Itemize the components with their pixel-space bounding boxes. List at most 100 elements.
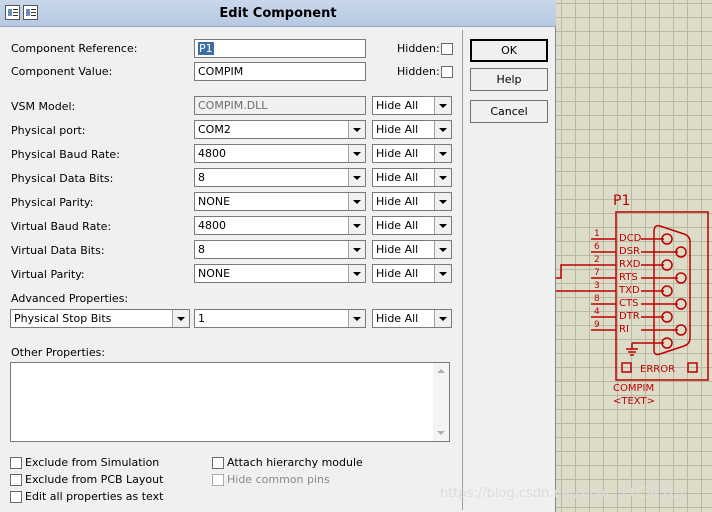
physical-data-bits-label: Physical Data Bits: <box>11 172 114 185</box>
chevron-down-icon[interactable] <box>434 310 451 327</box>
exclude-pcb-label: Exclude from PCB Layout <box>25 473 164 486</box>
physical-parity-value: NONE <box>198 195 231 208</box>
visibility-value: Hide All <box>376 243 419 256</box>
vsm-model-input[interactable]: COMPIM.DLL <box>194 96 366 115</box>
hide-common-pins-label: Hide common pins <box>227 473 330 486</box>
visibility-value: Hide All <box>376 123 419 136</box>
visibility-value: Hide All <box>376 147 419 160</box>
physical-parity-select[interactable]: NONE <box>194 192 366 211</box>
component-reference-label: Component Reference: <box>11 42 138 55</box>
ok-button[interactable]: OK <box>470 39 548 62</box>
exclude-simulation-checkbox[interactable] <box>10 457 22 469</box>
chevron-down-icon[interactable] <box>348 265 365 282</box>
physical-port-select[interactable]: COM2 <box>194 120 366 139</box>
error-label: ERROR <box>640 364 676 375</box>
visibility-value: Hide All <box>376 312 419 325</box>
chevron-down-icon[interactable] <box>348 310 365 327</box>
physical-baud-rate-select[interactable]: 4800 <box>194 144 366 163</box>
edit-all-text-label: Edit all properties as text <box>25 490 164 503</box>
chevron-down-icon[interactable] <box>348 217 365 234</box>
component-reference-input[interactable]: P1 <box>194 39 366 58</box>
component-value-input[interactable]: COMPIM <box>194 62 366 81</box>
visibility-value: Hide All <box>376 171 419 184</box>
pin-num: 9 <box>594 320 600 330</box>
scroll-down-icon[interactable] <box>437 431 445 435</box>
cancel-button[interactable]: Cancel <box>470 100 548 123</box>
advanced-property-value: Physical Stop Bits <box>14 312 112 325</box>
visibility-value: Hide All <box>376 99 419 112</box>
scroll-up-icon[interactable] <box>437 369 445 373</box>
chevron-down-icon[interactable] <box>434 265 451 282</box>
physical-port-label: Physical port: <box>11 124 86 137</box>
chevron-down-icon[interactable] <box>348 193 365 210</box>
chevron-down-icon[interactable] <box>434 145 451 162</box>
advanced-value-select[interactable]: 1 <box>194 309 366 328</box>
pin-name: RI <box>619 324 629 335</box>
physical-baud-rate-label: Physical Baud Rate: <box>11 148 120 161</box>
chevron-down-icon[interactable] <box>434 169 451 186</box>
advanced-visibility-select[interactable]: Hide All <box>372 309 452 328</box>
chevron-down-icon[interactable] <box>348 121 365 138</box>
pin-name: RTS <box>619 272 638 283</box>
chevron-down-icon[interactable] <box>434 97 451 114</box>
help-button[interactable]: Help <box>470 68 548 91</box>
advanced-value: 1 <box>198 312 205 325</box>
pin-num: 7 <box>594 268 600 278</box>
visibility-value: Hide All <box>376 195 419 208</box>
schematic-canvas[interactable]: P1 1 6 2 7 3 8 4 9 DCD DSR RXD RTS TXD C… <box>556 0 712 512</box>
part-name-label: COMPIM <box>613 383 655 394</box>
chevron-down-icon[interactable] <box>348 169 365 186</box>
chevron-down-icon[interactable] <box>348 241 365 258</box>
chevron-down-icon[interactable] <box>172 310 189 327</box>
physical-baud-rate-value: 4800 <box>198 147 226 160</box>
physical-port-visibility-select[interactable]: Hide All <box>372 120 452 139</box>
title-bar[interactable]: Edit Component <box>0 0 556 27</box>
hidden-label-ref: Hidden: <box>397 42 440 55</box>
pin-name: DTR <box>619 311 640 322</box>
pin-name: TXD <box>619 285 640 296</box>
component-ref-label: P1 <box>613 193 631 209</box>
exclude-simulation-label: Exclude from Simulation <box>25 456 160 469</box>
advanced-properties-label: Advanced Properties: <box>11 292 129 305</box>
physical-parity-visibility-select[interactable]: Hide All <box>372 192 452 211</box>
virtual-data-bits-visibility-select[interactable]: Hide All <box>372 240 452 259</box>
physical-data-bits-visibility-select[interactable]: Hide All <box>372 168 452 187</box>
vsm-model-visibility-select[interactable]: Hide All <box>372 96 452 115</box>
advanced-property-select[interactable]: Physical Stop Bits <box>10 309 190 328</box>
hide-common-pins-checkbox[interactable] <box>212 474 224 486</box>
physical-data-bits-select[interactable]: 8 <box>194 168 366 187</box>
chevron-down-icon[interactable] <box>348 145 365 162</box>
virtual-baud-rate-label: Virtual Baud Rate: <box>11 220 112 233</box>
watermark: https://blog.csdn.net/sinat_33734313 <box>440 486 684 501</box>
edit-component-dialog: Edit Component Component Reference: P1 H… <box>0 0 556 512</box>
attach-hierarchy-checkbox[interactable] <box>212 457 224 469</box>
button-panel-divider <box>462 30 463 510</box>
exclude-pcb-checkbox[interactable] <box>10 474 22 486</box>
physical-port-value: COM2 <box>198 123 231 136</box>
hidden-checkbox-value[interactable] <box>441 66 453 78</box>
virtual-parity-select[interactable]: NONE <box>194 264 366 283</box>
vertical-scrollbar[interactable] <box>433 363 449 441</box>
chevron-down-icon[interactable] <box>434 241 451 258</box>
virtual-baud-rate-select[interactable]: 4800 <box>194 216 366 235</box>
edit-all-text-checkbox[interactable] <box>10 491 22 503</box>
attach-hierarchy-label: Attach hierarchy module <box>227 456 363 469</box>
virtual-parity-visibility-select[interactable]: Hide All <box>372 264 452 283</box>
pin-name: CTS <box>619 298 639 309</box>
visibility-value: Hide All <box>376 267 419 280</box>
visibility-value: Hide All <box>376 219 419 232</box>
other-properties-textarea[interactable] <box>10 362 450 442</box>
virtual-baud-rate-visibility-select[interactable]: Hide All <box>372 216 452 235</box>
hidden-checkbox-ref[interactable] <box>441 43 453 55</box>
virtual-data-bits-select[interactable]: 8 <box>194 240 366 259</box>
chevron-down-icon[interactable] <box>434 121 451 138</box>
physical-baud-rate-visibility-select[interactable]: Hide All <box>372 144 452 163</box>
physical-parity-label: Physical Parity: <box>11 196 94 209</box>
pin-name: RXD <box>619 259 641 270</box>
chevron-down-icon[interactable] <box>434 193 451 210</box>
pin-num: 1 <box>594 229 600 239</box>
text-placeholder-label: <TEXT> <box>613 396 655 407</box>
virtual-parity-label: Virtual Parity: <box>11 268 85 281</box>
pin-name: DSR <box>619 246 640 257</box>
chevron-down-icon[interactable] <box>434 217 451 234</box>
